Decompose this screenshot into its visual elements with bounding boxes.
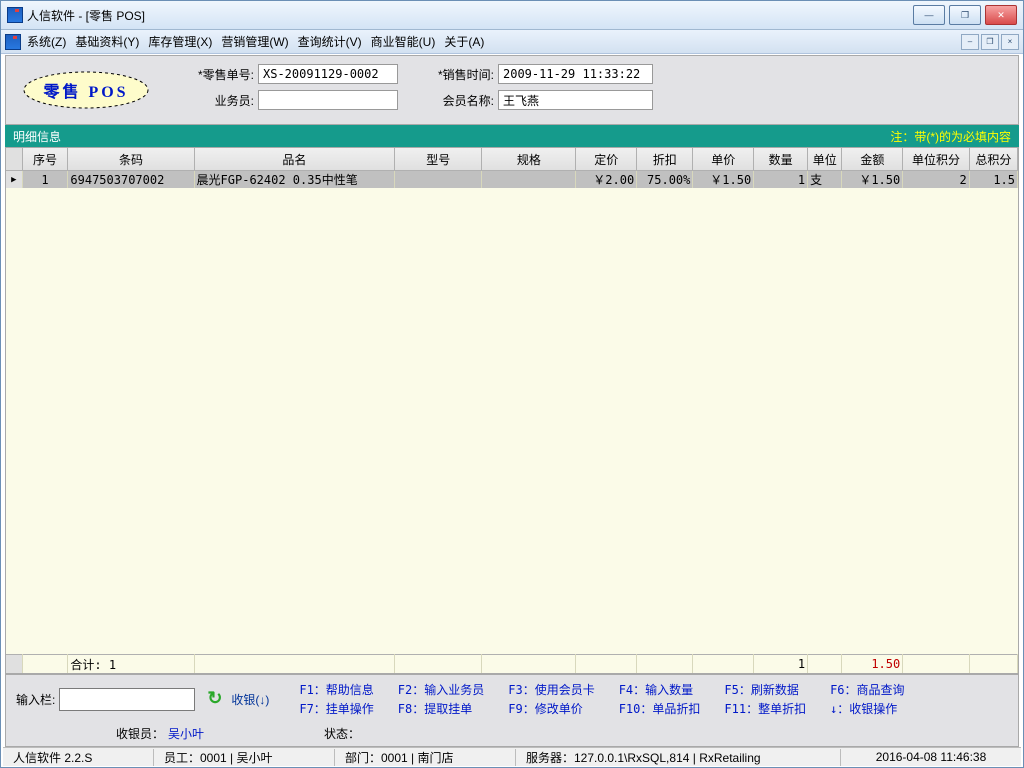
col-header[interactable]: 数量 — [754, 148, 808, 171]
fkey-hint: F7：挂单操作 — [299, 700, 373, 717]
mdi-close-button[interactable]: × — [1001, 34, 1019, 50]
clerk-input[interactable] — [258, 90, 398, 110]
mdi-minimize-button[interactable]: – — [961, 34, 979, 50]
cashier-label: 收银员： — [116, 725, 164, 742]
col-header[interactable]: 总积分 — [969, 148, 1017, 171]
main-window: 人信软件 - [零售 POS] — ❐ ✕ 系统(Z) 基础资料(Y) 库存管理… — [0, 0, 1024, 768]
fkey-hint: F4：输入数量 — [619, 681, 701, 698]
col-header[interactable]: 型号 — [395, 148, 482, 171]
menu-inventory[interactable]: 库存管理(X) — [148, 33, 212, 50]
sale-time-label: *销售时间: — [414, 66, 494, 83]
cash-button[interactable]: 收银(↓) — [231, 691, 269, 708]
fkey-hint: F10：单品折扣 — [619, 700, 701, 717]
statusbar: 人信软件 2.2.S 员工：0001 | 吴小叶 部门：0001 | 南门店 服… — [3, 747, 1021, 766]
mdi-restore-button[interactable]: ❐ — [981, 34, 999, 50]
detail-note: 注：带(*)的为必填内容 — [890, 128, 1011, 145]
fkey-hint: F6：商品查询 — [830, 681, 904, 698]
fkey-hint: F5：刷新数据 — [724, 681, 806, 698]
state-label: 状态： — [324, 725, 360, 742]
col-header[interactable]: 品名 — [194, 148, 395, 171]
input-bar[interactable] — [59, 688, 195, 711]
menu-sales[interactable]: 营销管理(W) — [221, 33, 288, 50]
module-badge: 零售 POS — [16, 68, 156, 112]
col-header[interactable]: 规格 — [482, 148, 576, 171]
member-input[interactable] — [498, 90, 653, 110]
cashier-value: 吴小叶 — [168, 725, 204, 742]
menu-query[interactable]: 查询统计(V) — [298, 33, 362, 50]
menu-system[interactable]: 系统(Z) — [27, 33, 66, 50]
fkey-hint: F2：输入业务员 — [398, 681, 484, 698]
col-header[interactable]: 定价 — [576, 148, 637, 171]
fkey-hint: F8：提取挂单 — [398, 700, 484, 717]
menu-basedata[interactable]: 基础资料(Y) — [75, 33, 139, 50]
bottom-panel: 输入栏: ↻ 收银(↓) F1：帮助信息 F2：输入业务员 F3：使用会员卡 F4：输… — [5, 674, 1019, 747]
fkey-hint: F3：使用会员卡 — [508, 681, 594, 698]
status-dept: 部门：0001 | 南门店 — [335, 749, 516, 766]
detail-title: 明细信息 — [13, 128, 61, 145]
window-title: 人信软件 - [零售 POS] — [27, 7, 909, 24]
col-header[interactable]: 条码 — [68, 148, 194, 171]
fkey-hint: ↓：收银操作 — [830, 700, 904, 717]
close-button[interactable]: ✕ — [985, 5, 1017, 25]
menu-bi[interactable]: 商业智能(U) — [371, 33, 436, 50]
detail-header: 明细信息 注：带(*)的为必填内容 — [5, 125, 1019, 147]
status-app: 人信软件 2.2.S — [3, 749, 154, 766]
col-header[interactable]: 金额 — [842, 148, 903, 171]
input-bar-label: 输入栏: — [16, 691, 55, 708]
status-staff: 员工：0001 | 吴小叶 — [154, 749, 335, 766]
order-no-label: *零售单号: — [174, 66, 254, 83]
menubar: 系统(Z) 基础资料(Y) 库存管理(X) 营销管理(W) 查询统计(V) 商业… — [1, 30, 1023, 54]
header-panel: 零售 POS *零售单号: *销售时间: 业务员: 会员名称: — [5, 55, 1019, 125]
fkey-hints: F1：帮助信息 F2：输入业务员 F3：使用会员卡 F4：输入数量 F5：刷新数据 F6：… — [299, 681, 904, 717]
fkey-hint: F11：整单折扣 — [724, 700, 806, 717]
minimize-button[interactable]: — — [913, 5, 945, 25]
cash-icon: ↻ — [207, 691, 227, 707]
status-server: 服务器：127.0.0.1\RxSQL,814 | RxRetailing — [516, 749, 841, 766]
app-icon — [7, 7, 23, 23]
col-header[interactable]: 折扣 — [637, 148, 693, 171]
maximize-button[interactable]: ❐ — [949, 5, 981, 25]
fkey-hint: F1：帮助信息 — [299, 681, 373, 698]
sale-time-input[interactable] — [498, 64, 653, 84]
menu-about[interactable]: 关于(A) — [444, 33, 484, 50]
col-header[interactable]: 单位积分 — [903, 148, 970, 171]
col-header[interactable]: 序号 — [22, 148, 68, 171]
detail-grid[interactable]: 序号条码品名型号规格定价折扣单价数量单位金额单位积分总积分 ▶169475037… — [5, 147, 1019, 674]
status-time: 2016-04-08 11:46:38 — [841, 750, 1021, 764]
table-row[interactable]: ▶16947503707002晨光FGP-62402 0.35中性笔￥2.007… — [6, 171, 1018, 188]
col-header[interactable]: 单价 — [693, 148, 754, 171]
member-label: 会员名称: — [414, 92, 494, 109]
menu-icon — [5, 34, 21, 50]
col-header[interactable]: 单位 — [808, 148, 842, 171]
titlebar[interactable]: 人信软件 - [零售 POS] — ❐ ✕ — [1, 1, 1023, 30]
order-no-input[interactable] — [258, 64, 398, 84]
clerk-label: 业务员: — [174, 92, 254, 109]
fkey-hint: F9：修改单价 — [508, 700, 594, 717]
